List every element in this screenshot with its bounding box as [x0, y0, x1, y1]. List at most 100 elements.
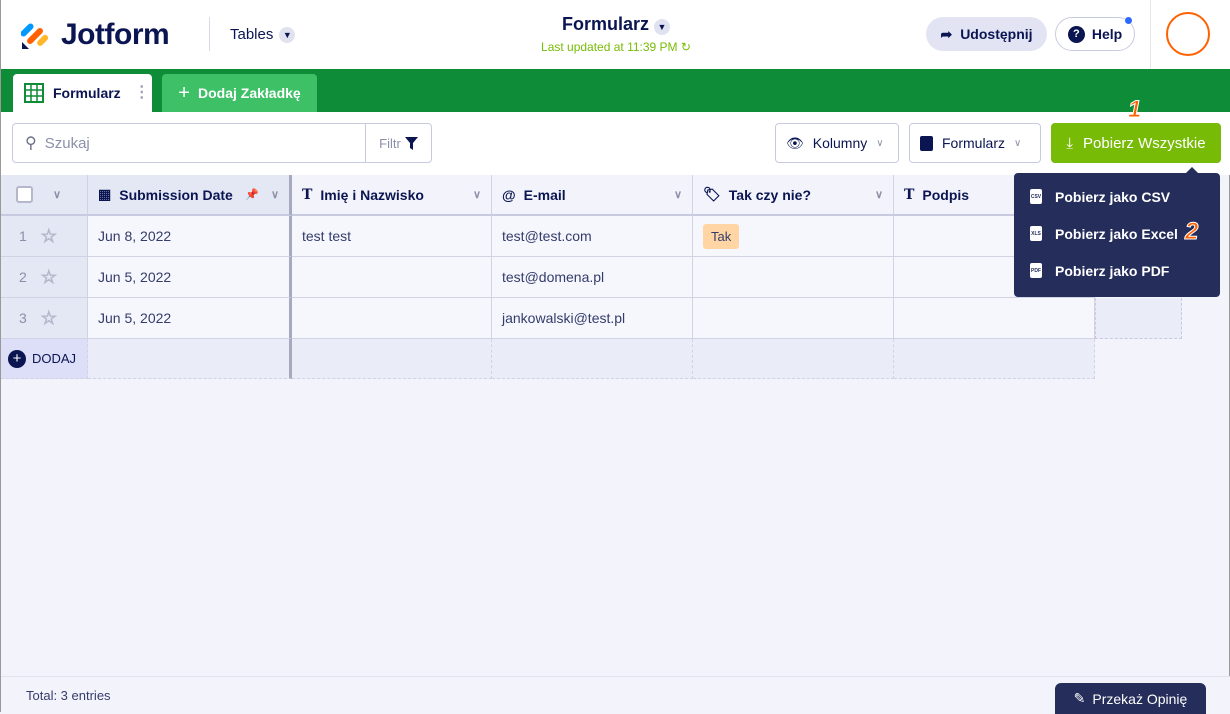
chevron-down-icon: ▼ [654, 19, 671, 35]
chevron-down-icon[interactable]: ∨ [53, 188, 61, 201]
text-type-icon: T [904, 186, 915, 203]
cell-name[interactable] [292, 257, 492, 298]
menu-label: Pobierz jako CSV [1055, 188, 1171, 205]
select-all-checkbox[interactable] [16, 186, 33, 203]
last-updated-text: Last updated at 11:39 PM [541, 40, 678, 54]
column-label: Podpis [922, 186, 970, 203]
chevron-down-icon: ∨ [876, 137, 884, 149]
add-row-button[interactable]: + DODAJ [1, 339, 88, 379]
divider [1150, 0, 1151, 69]
empty-cell [292, 339, 492, 379]
avatar[interactable] [1166, 12, 1210, 56]
table-row[interactable]: 3 ☆ Jun 5, 2022 jankowalski@test.pl [1, 298, 1182, 339]
search-box: ⚲ Szukaj Filtr [12, 123, 432, 163]
columns-dropdown[interactable]: 👁 Kolumny ∨ [775, 123, 899, 163]
column-header-yes-no[interactable]: 🏷 Tak czy nie? ∨ [693, 175, 894, 216]
help-icon: ? [1067, 25, 1085, 43]
cell-email[interactable]: test@domena.pl [492, 257, 693, 298]
chevron-down-icon[interactable]: ∨ [473, 188, 481, 201]
more-options-icon[interactable]: ⋮ [134, 85, 150, 101]
menu-item-csv[interactable]: CSV Pobierz jako CSV [1014, 178, 1220, 215]
chevron-down-icon: ∨ [1014, 137, 1022, 149]
filter-icon [404, 136, 418, 150]
footer: Total: 3 entries ✎ Przekaż Opinię [1, 676, 1230, 714]
column-header-email[interactable]: @ E-mail ∨ [492, 175, 693, 216]
cell-email[interactable]: jankowalski@test.pl [492, 298, 693, 339]
tab-label: Formularz [53, 85, 121, 101]
cell-date[interactable]: Jun 5, 2022 [88, 257, 292, 298]
share-label: Udostępnij [960, 26, 1033, 42]
add-row-label: DODAJ [32, 351, 77, 366]
plus-icon: + [178, 81, 190, 104]
chevron-down-icon[interactable]: ∨ [674, 188, 682, 201]
search-icon: ⚲ [25, 135, 37, 152]
share-button[interactable]: ➦ Udostępnij [926, 17, 1047, 51]
menu-item-pdf[interactable]: PDF Pobierz jako PDF [1014, 252, 1220, 289]
annotation-1: 1 [1127, 96, 1142, 124]
add-tab-label: Dodaj Zakładkę [197, 85, 301, 101]
star-icon[interactable]: ☆ [40, 307, 57, 329]
notification-dot [1125, 17, 1132, 24]
download-all-button[interactable]: ⤓ Pobierz Wszystkie [1051, 123, 1221, 163]
feedback-icon: ✎ [1073, 690, 1086, 706]
chevron-down-icon[interactable]: ∨ [875, 188, 883, 201]
empty-cell [894, 339, 1095, 379]
cell-name[interactable] [292, 298, 492, 339]
menu-label: Pobierz jako PDF [1055, 262, 1170, 279]
last-updated: Last updated at 11:39 PM ↻ [1, 40, 1230, 54]
cell-signature[interactable] [894, 298, 1095, 339]
eye-icon: 👁 [786, 134, 804, 151]
tag-icon: 🏷 [703, 186, 721, 202]
add-row: + DODAJ [1, 339, 1095, 379]
cell-date[interactable]: Jun 5, 2022 [88, 298, 292, 339]
table-icon [24, 83, 44, 103]
empty-cell [693, 339, 894, 379]
row-number: 2 [19, 269, 27, 285]
row-number: 3 [19, 310, 27, 326]
star-icon[interactable]: ☆ [40, 266, 57, 288]
download-icon: ⤓ [1066, 134, 1074, 152]
add-column-cell[interactable] [1095, 298, 1182, 339]
filter-label: Filtr [379, 135, 401, 151]
menu-label: Pobierz jako Excel [1055, 225, 1178, 242]
tab-formularz[interactable]: Formularz ⋮ [13, 74, 152, 112]
star-icon[interactable]: ☆ [40, 225, 57, 247]
cell-date[interactable]: Jun 8, 2022 [88, 216, 292, 257]
table-row[interactable]: 2 ☆ Jun 5, 2022 test@domena.pl [1, 257, 1095, 298]
table-header: ∨ ▦ Submission Date 📌 ∨ T Imię i Nazwisko ∨ @… [1, 175, 1095, 216]
row-index: 1 ☆ [1, 216, 88, 257]
select-all-cell: ∨ [1, 175, 88, 216]
form-dropdown[interactable]: Formularz ∨ [909, 123, 1041, 163]
form-icon [920, 135, 933, 151]
column-header-submission-date[interactable]: ▦ Submission Date 📌 ∨ [88, 175, 292, 216]
chevron-down-icon[interactable]: ∨ [271, 188, 279, 201]
row-number: 1 [19, 228, 27, 244]
row-index: 2 ☆ [1, 257, 88, 298]
column-header-name[interactable]: T Imię i Nazwisko ∨ [292, 175, 492, 216]
download-all-label: Pobierz Wszystkie [1083, 134, 1206, 152]
plus-circle-icon: + [8, 349, 26, 368]
help-button[interactable]: ? Help [1055, 17, 1135, 51]
page-title-text: Formularz [561, 14, 649, 34]
csv-file-icon: CSV [1030, 189, 1042, 204]
cell-name[interactable]: test test [292, 216, 492, 257]
filter-button[interactable]: Filtr [365, 124, 431, 162]
form-label: Formularz [942, 135, 1006, 151]
calendar-icon: ▦ [98, 186, 112, 202]
empty-cell [88, 339, 292, 379]
cell-email[interactable]: test@test.com [492, 216, 693, 257]
search-input[interactable]: Szukaj [37, 135, 365, 152]
cell-yes-no[interactable]: Tak [693, 216, 894, 257]
feedback-button[interactable]: ✎ Przekaż Opinię [1055, 683, 1206, 714]
column-label: Tak czy nie? [728, 186, 811, 203]
tag-pill: Tak [703, 223, 740, 249]
add-tab-button[interactable]: + Dodaj Zakładkę [162, 74, 317, 112]
cell-yes-no[interactable] [693, 257, 894, 298]
xls-file-icon: XLS [1030, 226, 1042, 241]
cell-yes-no[interactable] [693, 298, 894, 339]
pin-icon[interactable]: 📌 [245, 188, 259, 201]
share-icon: ➦ [940, 25, 953, 42]
at-icon: @ [502, 186, 516, 203]
help-label: Help [1091, 26, 1123, 42]
table-row[interactable]: 1 ☆ Jun 8, 2022 test test test@test.com T… [1, 216, 1095, 257]
